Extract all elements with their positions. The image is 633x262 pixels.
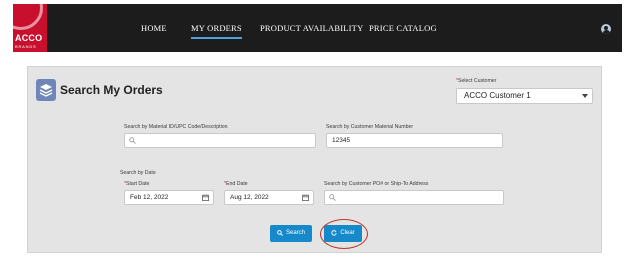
stacked-layers-icon — [36, 79, 56, 101]
top-nav-bar: ACCO BRANDS HOME MY ORDERS PRODUCT AVAIL… — [13, 4, 622, 52]
logo-name: ACCO — [15, 33, 43, 43]
logo-subtext: BRANDS — [15, 44, 37, 49]
start-date-input[interactable]: Feb 12, 2022 — [124, 190, 214, 205]
po-search-input[interactable] — [324, 190, 504, 205]
select-customer-label: *Select Customer — [456, 78, 496, 84]
search-orders-panel: Search My Orders *Select Customer ACCO C… — [27, 66, 602, 253]
end-date-value: Aug 12, 2022 — [230, 194, 269, 201]
start-date-label: *Start Date — [124, 181, 149, 187]
acco-brands-logo[interactable]: ACCO BRANDS — [13, 4, 47, 52]
nav-item-home[interactable]: HOME — [141, 23, 167, 33]
search-button[interactable]: Search — [270, 225, 312, 242]
search-icon — [129, 137, 136, 144]
search-icon — [329, 194, 336, 201]
clear-button-highlight-ring — [320, 219, 368, 249]
material-search-label: Search by Material ID/UPC Code/Descripti… — [124, 124, 228, 130]
customer-material-value: 12345 — [332, 137, 351, 144]
nav-item-my-orders[interactable]: MY ORDERS — [191, 23, 242, 39]
calendar-icon[interactable] — [202, 194, 209, 201]
chevron-down-icon — [582, 94, 588, 98]
page-title: Search My Orders — [60, 83, 163, 97]
end-date-label-text: End Date — [226, 181, 248, 187]
po-search-label: Search by Customer PO# or Ship-To Addres… — [324, 181, 429, 187]
calendar-icon[interactable] — [302, 194, 309, 201]
date-section-label: Search by Date — [120, 170, 156, 176]
search-button-label: Search — [285, 230, 305, 236]
start-date-label-text: Start Date — [126, 181, 150, 187]
material-search-input[interactable] — [124, 133, 316, 148]
customer-select-value: ACCO Customer 1 — [464, 91, 531, 100]
select-customer-label-text: Select Customer — [458, 78, 497, 84]
user-avatar-icon[interactable] — [601, 24, 611, 34]
end-date-label: *End Date — [224, 181, 248, 187]
logo-swoosh — [13, 4, 43, 30]
customer-material-label: Search by Customer Material Number — [326, 124, 414, 130]
end-date-input[interactable]: Aug 12, 2022 — [224, 190, 314, 205]
nav-item-price-catalog[interactable]: PRICE CATALOG — [369, 23, 437, 33]
start-date-value: Feb 12, 2022 — [130, 194, 169, 201]
customer-select[interactable]: ACCO Customer 1 — [456, 88, 593, 104]
customer-material-input[interactable]: 12345 — [326, 133, 503, 148]
nav-item-product-availability[interactable]: PRODUCT AVAILABILITY — [260, 23, 363, 33]
search-icon — [277, 230, 283, 236]
